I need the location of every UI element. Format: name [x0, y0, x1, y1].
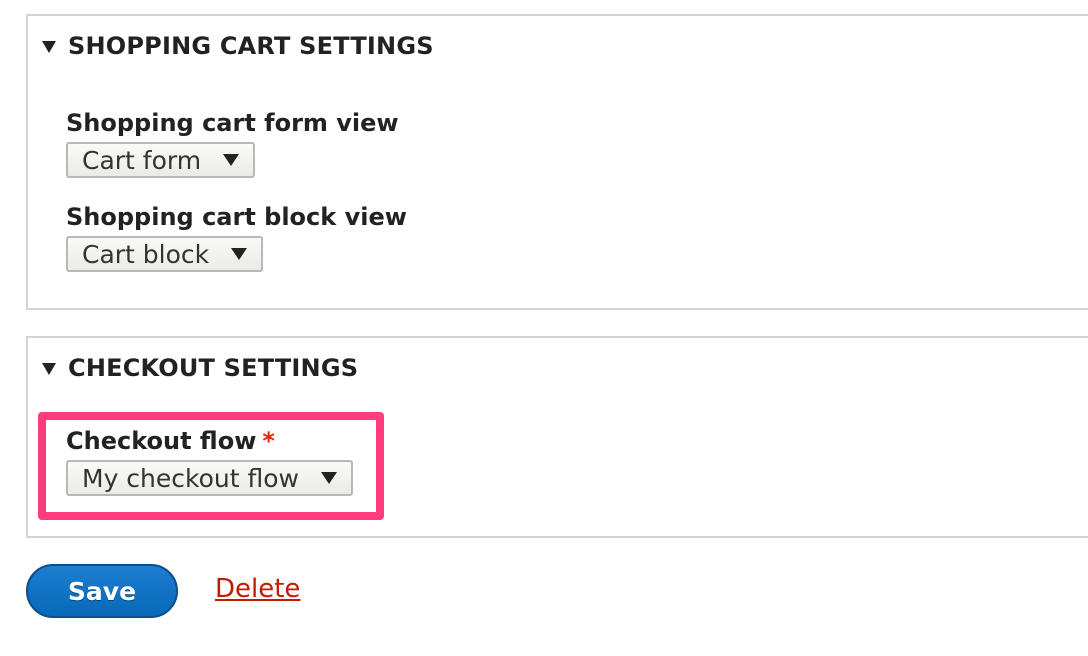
collapse-triangle-icon: [42, 41, 56, 53]
save-button[interactable]: Save: [26, 564, 178, 618]
shopping-cart-settings-legend[interactable]: SHOPPING CART SETTINGS: [42, 32, 434, 60]
checkout-settings-fieldset: CHECKOUT SETTINGS Checkout flow * My chec…: [26, 336, 1088, 538]
cart-block-view-item: Shopping cart block view Cart block: [66, 202, 407, 272]
cart-form-view-selected-value: Cart form: [82, 145, 202, 175]
collapse-triangle-icon: [42, 363, 56, 375]
checkout-settings-legend[interactable]: CHECKOUT SETTINGS: [42, 354, 358, 382]
checkout-flow-label-text: Checkout flow: [66, 427, 257, 455]
required-marker: *: [262, 427, 275, 455]
checkout-flow-item: Checkout flow * My checkout flow: [66, 426, 353, 496]
cart-block-view-selected-value: Cart block: [82, 239, 210, 269]
cart-form-view-label: Shopping cart form view: [66, 109, 399, 137]
chevron-down-icon: [223, 154, 240, 166]
cart-form-view-select[interactable]: Cart form: [66, 142, 256, 178]
cart-block-view-label: Shopping cart block view: [66, 203, 407, 231]
delete-link[interactable]: Delete: [215, 574, 300, 604]
chevron-down-icon: [231, 248, 248, 260]
shopping-cart-settings-fieldset: SHOPPING CART SETTINGS Shopping cart for…: [26, 14, 1088, 310]
cart-block-view-select[interactable]: Cart block: [66, 236, 264, 272]
cart-form-view-item: Shopping cart form view Cart form: [66, 108, 399, 178]
chevron-down-icon: [321, 472, 337, 484]
shopping-cart-settings-title: SHOPPING CART SETTINGS: [68, 32, 434, 60]
checkout-settings-title: CHECKOUT SETTINGS: [68, 354, 359, 382]
checkout-flow-select[interactable]: My checkout flow: [66, 460, 353, 496]
checkout-flow-selected-value: My checkout flow: [82, 463, 299, 493]
checkout-flow-label: Checkout flow *: [66, 426, 353, 456]
